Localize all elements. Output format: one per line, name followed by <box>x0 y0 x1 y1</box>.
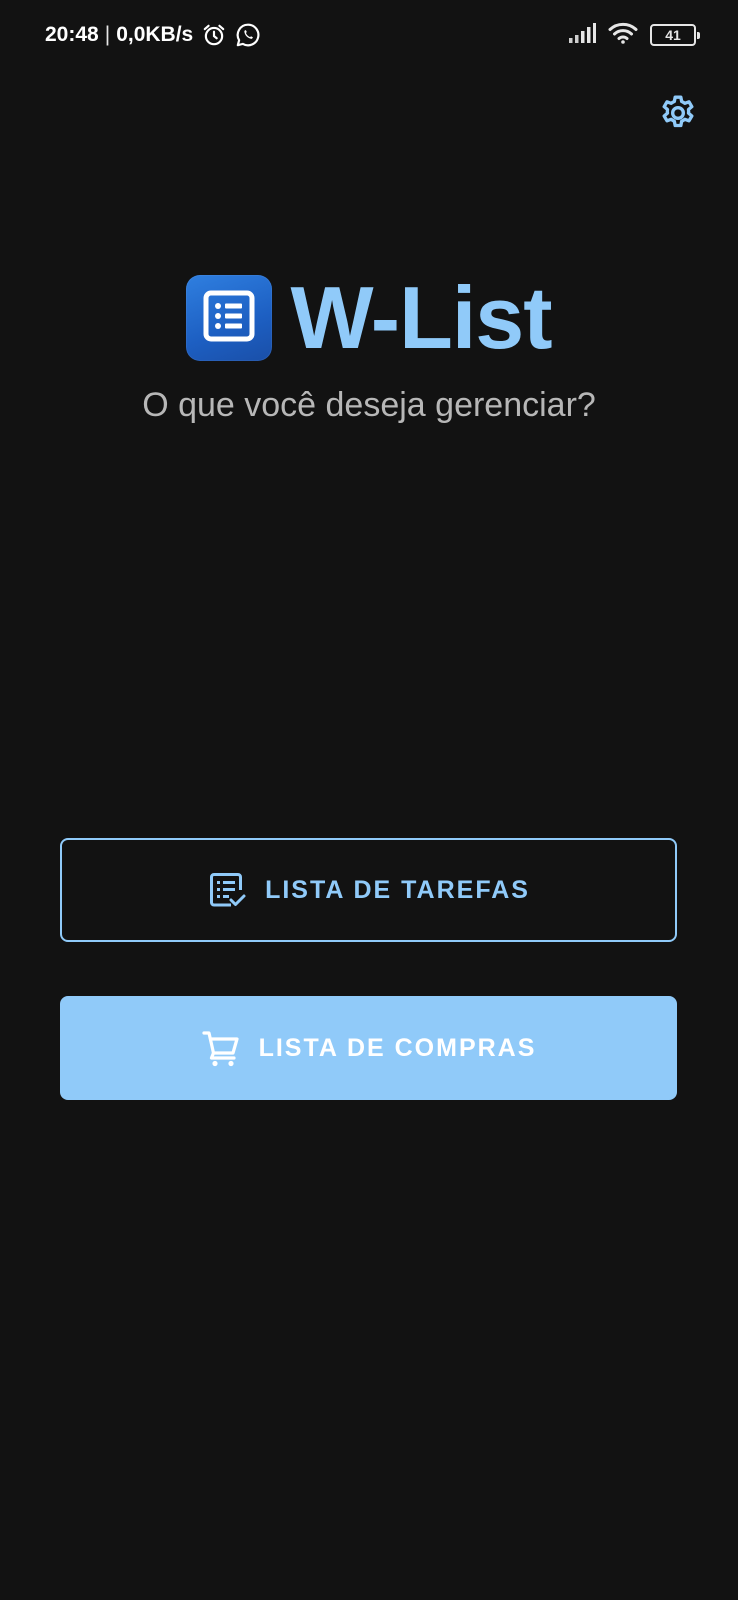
settings-button[interactable] <box>654 91 702 139</box>
app-logo <box>186 275 273 361</box>
status-separator: | <box>104 23 111 46</box>
app-title: W-List <box>290 268 552 367</box>
shopping-list-label: LISTA DE COMPRAS <box>258 1033 537 1062</box>
status-right: 41 <box>568 20 700 50</box>
list-icon <box>201 288 257 349</box>
shopping-cart-icon <box>201 1028 241 1068</box>
task-list-icon <box>207 870 247 910</box>
signal-icon <box>568 22 596 48</box>
status-bar: 20:48 | 0,0KB/s 41 <box>0 0 738 70</box>
network-speed: 0,0KB/s <box>116 23 194 46</box>
wifi-icon <box>608 22 638 49</box>
status-left: 20:48 | 0,0KB/s <box>45 19 261 51</box>
tasks-list-label: LISTA DE TAREFAS <box>265 875 530 904</box>
tasks-list-button[interactable]: LISTA DE TAREFAS <box>60 838 677 942</box>
battery-icon: 41 <box>650 24 700 46</box>
app-header: W-List <box>0 272 738 364</box>
page-subtitle: O que você deseja gerenciar? <box>142 386 596 424</box>
alarm-icon <box>201 22 227 48</box>
shopping-list-button[interactable]: LISTA DE COMPRAS <box>60 996 677 1100</box>
gear-icon <box>658 93 698 138</box>
battery-level: 41 <box>665 27 681 43</box>
status-time: 20:48 <box>45 23 99 46</box>
whatsapp-icon <box>235 22 261 48</box>
